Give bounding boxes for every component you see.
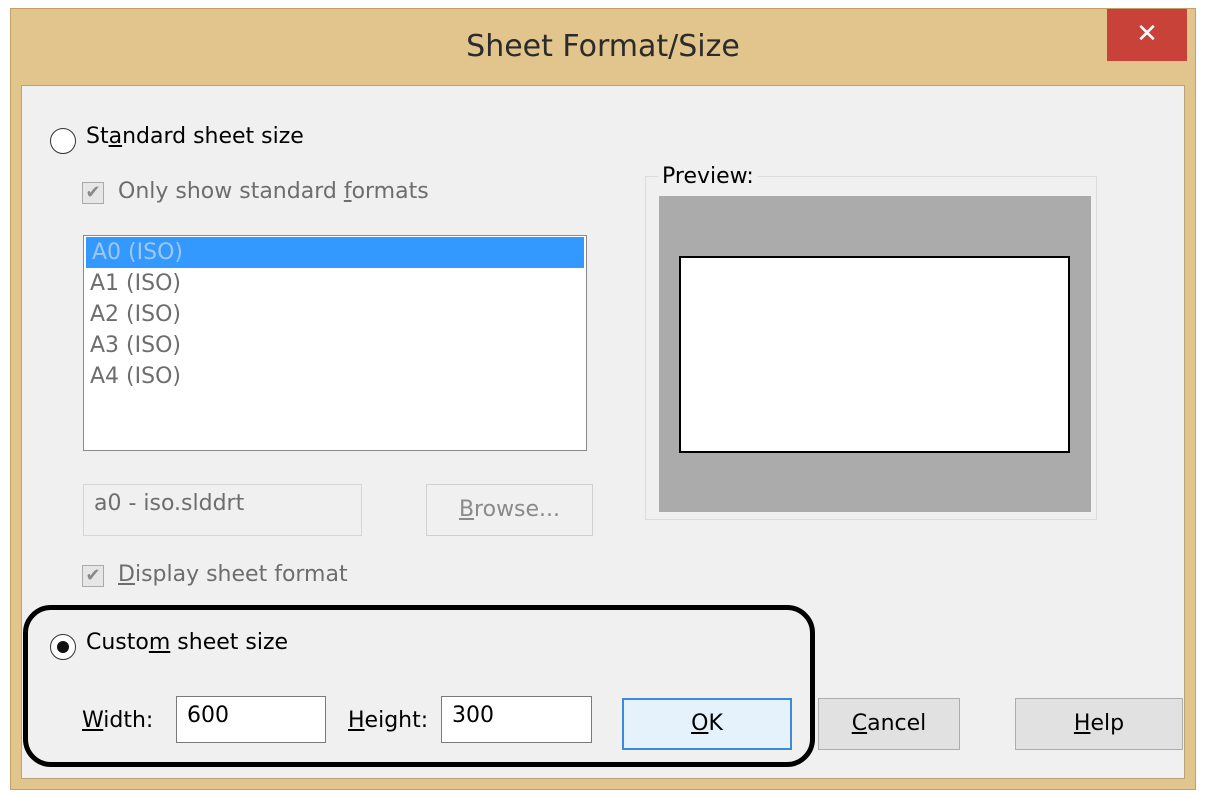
only-standard-checkbox[interactable]: ✔ (82, 182, 104, 204)
close-button[interactable]: ✕ (1107, 9, 1187, 61)
display-format-label[interactable]: Display sheet format (118, 562, 348, 587)
browse-button[interactable]: Browse... (426, 484, 593, 536)
check-icon: ✔ (85, 565, 101, 586)
close-icon: ✕ (1136, 19, 1158, 49)
format-file-field[interactable]: a0 - iso.slddrt (83, 484, 362, 536)
width-input[interactable]: 600 (176, 696, 326, 743)
width-label: Width: (82, 708, 154, 733)
title-bar[interactable]: Sheet Format/Size ✕ (11, 9, 1195, 85)
standard-size-label[interactable]: Standard sheet size (86, 124, 304, 149)
radio-dot (57, 641, 69, 653)
custom-size-label[interactable]: Custom sheet size (86, 630, 288, 655)
list-item[interactable]: A2 (ISO) (84, 299, 586, 330)
list-item[interactable]: A4 (ISO) (84, 361, 586, 392)
height-input[interactable]: 300 (441, 696, 592, 743)
display-format-checkbox[interactable]: ✔ (82, 565, 104, 587)
list-item[interactable]: A0 (ISO) (86, 237, 584, 268)
dialog-title: Sheet Format/Size (466, 29, 740, 64)
dialog-window: Sheet Format/Size ✕ Standard sheet size … (10, 8, 1196, 790)
dialog-body: Standard sheet size ✔ Only show standard… (21, 85, 1185, 779)
ok-button[interactable]: OK (622, 698, 792, 750)
help-button[interactable]: Help (1015, 698, 1183, 750)
standard-size-radio[interactable] (50, 128, 76, 154)
only-standard-label[interactable]: Only show standard formats (118, 179, 429, 204)
format-listbox[interactable]: A0 (ISO) A1 (ISO) A2 (ISO) A3 (ISO) A4 (… (83, 235, 587, 451)
list-item[interactable]: A3 (ISO) (84, 330, 586, 361)
list-item[interactable]: A1 (ISO) (84, 268, 586, 299)
preview-label: Preview: (658, 164, 758, 189)
preview-sheet (679, 256, 1070, 453)
cancel-button[interactable]: Cancel (818, 698, 960, 750)
custom-size-radio[interactable] (50, 634, 76, 660)
height-label: Height: (348, 708, 429, 733)
check-icon: ✔ (85, 182, 101, 203)
